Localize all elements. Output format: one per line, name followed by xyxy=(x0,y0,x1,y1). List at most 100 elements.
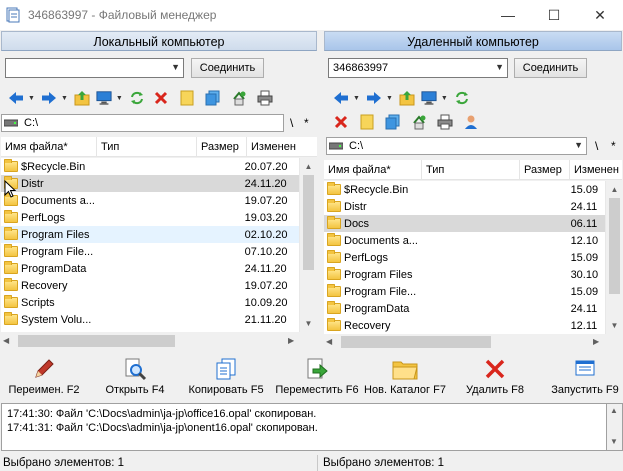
computer-icon[interactable] xyxy=(96,90,112,106)
sync-icon[interactable] xyxy=(411,114,427,130)
column-type[interactable]: Тип xyxy=(97,137,197,157)
chevron-down-icon[interactable]: ▼ xyxy=(116,95,123,102)
scroll-thumb[interactable] xyxy=(341,336,491,348)
file-row[interactable]: PerfLogs 15.09 xyxy=(324,249,606,266)
back-arrow-icon[interactable] xyxy=(8,90,24,106)
chevron-down-icon[interactable]: ▼ xyxy=(495,62,504,72)
copy-files-icon[interactable] xyxy=(205,90,221,106)
chevron-down-icon[interactable]: ▼ xyxy=(386,95,393,102)
file-row[interactable]: Documents a... 19.07.20 xyxy=(1,192,299,209)
local-path-combo[interactable]: C:\ xyxy=(1,114,284,132)
scroll-down-icon[interactable]: ▼ xyxy=(300,315,317,332)
remote-path-combo[interactable]: C:\ ▼ xyxy=(326,137,587,155)
chevron-down-icon[interactable]: ▼ xyxy=(28,95,35,102)
new-folder-button[interactable]: Нов. Каталог F7 xyxy=(361,357,449,401)
chevron-down-icon[interactable]: ▼ xyxy=(353,95,360,102)
sync-icon[interactable] xyxy=(231,90,247,106)
folder-icon xyxy=(4,227,18,240)
scroll-left-icon[interactable]: ◀ xyxy=(326,337,332,346)
column-name[interactable]: Имя файла* xyxy=(324,160,422,180)
local-address-combo[interactable]: ▼ xyxy=(5,58,184,78)
scroll-left-icon[interactable]: ◀ xyxy=(3,336,9,345)
printer-icon[interactable] xyxy=(257,90,273,106)
refresh-icon[interactable] xyxy=(129,90,145,106)
local-connect-button[interactable]: Соединить xyxy=(191,58,264,78)
back-arrow-icon[interactable] xyxy=(333,90,349,106)
file-row[interactable]: Distr 24.11.20 xyxy=(1,175,299,192)
remote-root-button[interactable]: \ xyxy=(595,139,598,153)
file-row[interactable]: $Recycle.Bin 15.09 xyxy=(324,181,606,198)
file-row[interactable]: Program File... 07.10.20 xyxy=(1,243,299,260)
file-row[interactable]: Documents a... 12.10 xyxy=(324,232,606,249)
chevron-down-icon[interactable]: ▼ xyxy=(441,95,448,102)
scroll-thumb[interactable] xyxy=(303,175,314,270)
chevron-down-icon[interactable]: ▼ xyxy=(171,62,180,72)
column-modified[interactable]: Изменен xyxy=(570,160,622,180)
file-row[interactable]: System Volu... 21.11.20 xyxy=(1,311,299,328)
pencil-icon xyxy=(32,357,56,381)
file-row[interactable]: Distr 24.11 xyxy=(324,198,606,215)
file-row[interactable]: Scripts 10.09.20 xyxy=(1,294,299,311)
minimize-button[interactable]: — xyxy=(485,0,531,30)
folder-icon xyxy=(327,182,341,195)
maximize-button[interactable]: ☐ xyxy=(531,0,577,30)
log-scrollbar[interactable]: ▲ ▼ xyxy=(607,403,623,451)
file-row[interactable]: PerfLogs 19.03.20 xyxy=(1,209,299,226)
file-row[interactable]: ProgramData 24.11.20 xyxy=(1,260,299,277)
delete-button[interactable]: Удалить F8 xyxy=(451,357,539,401)
scroll-right-icon[interactable]: ▶ xyxy=(288,336,294,345)
remote-address-combo[interactable]: 346863997 ▼ xyxy=(328,58,508,78)
scroll-thumb[interactable] xyxy=(18,335,175,347)
user-icon[interactable] xyxy=(463,114,479,130)
local-vertical-scrollbar[interactable]: ▲ ▼ xyxy=(299,158,316,332)
file-row[interactable]: Docs 06.11 xyxy=(324,215,606,232)
copy-files-icon[interactable] xyxy=(385,114,401,130)
computer-icon[interactable] xyxy=(421,90,437,106)
delete-x-icon[interactable] xyxy=(333,114,349,130)
scroll-thumb[interactable] xyxy=(609,198,620,294)
move-button[interactable]: Переместить F6 xyxy=(273,357,361,401)
column-modified[interactable]: Изменен xyxy=(247,137,317,157)
remote-star-button[interactable]: * xyxy=(611,139,616,153)
column-type[interactable]: Тип xyxy=(422,160,520,180)
file-row[interactable]: Program Files 30.10 xyxy=(324,266,606,283)
remote-vertical-scrollbar[interactable]: ▲ ▼ xyxy=(605,181,622,334)
local-root-button[interactable]: \ xyxy=(290,116,293,130)
run-button[interactable]: Запустить F9 xyxy=(541,357,623,401)
copy-button[interactable]: Копировать F5 xyxy=(182,357,270,401)
scroll-up-icon[interactable]: ▲ xyxy=(610,406,618,415)
file-row[interactable]: ProgramData 24.11 xyxy=(324,300,606,317)
file-row[interactable]: Program File... 15.09 xyxy=(324,283,606,300)
remote-horizontal-scrollbar[interactable]: ◀ ▶ xyxy=(324,334,622,350)
file-row[interactable]: Recovery 19.07.20 xyxy=(1,277,299,294)
file-row[interactable]: Recovery 12.11 xyxy=(324,317,606,334)
folder-icon xyxy=(327,216,341,229)
scroll-up-icon[interactable]: ▲ xyxy=(300,158,317,175)
rename-button[interactable]: Переимен. F2 xyxy=(0,357,88,401)
remote-connect-button[interactable]: Соединить xyxy=(514,58,587,78)
chevron-down-icon[interactable]: ▼ xyxy=(61,95,68,102)
file-row[interactable]: $Recycle.Bin 20.07.20 xyxy=(1,158,299,175)
refresh-icon[interactable] xyxy=(454,90,470,106)
folder-up-icon[interactable] xyxy=(74,90,90,106)
close-button[interactable]: ✕ xyxy=(577,0,623,30)
folder-up-icon[interactable] xyxy=(399,90,415,106)
column-name[interactable]: Имя файла* xyxy=(1,137,97,157)
forward-arrow-icon[interactable] xyxy=(41,90,57,106)
new-folder-icon[interactable] xyxy=(179,90,195,106)
printer-icon[interactable] xyxy=(437,114,453,130)
scroll-down-icon[interactable]: ▼ xyxy=(606,317,623,334)
chevron-down-icon[interactable]: ▼ xyxy=(574,140,583,150)
local-star-button[interactable]: * xyxy=(304,116,309,130)
forward-arrow-icon[interactable] xyxy=(366,90,382,106)
new-folder-icon[interactable] xyxy=(359,114,375,130)
scroll-up-icon[interactable]: ▲ xyxy=(606,181,623,198)
scroll-down-icon[interactable]: ▼ xyxy=(610,437,618,446)
column-size[interactable]: Размер xyxy=(197,137,247,157)
file-row[interactable]: Program Files 02.10.20 xyxy=(1,226,299,243)
local-horizontal-scrollbar[interactable]: ◀ ▶ xyxy=(1,332,317,350)
open-button[interactable]: Открыть F4 xyxy=(91,357,179,401)
delete-x-icon[interactable] xyxy=(153,90,169,106)
scroll-right-icon[interactable]: ▶ xyxy=(593,337,599,346)
column-size[interactable]: Размер xyxy=(520,160,570,180)
